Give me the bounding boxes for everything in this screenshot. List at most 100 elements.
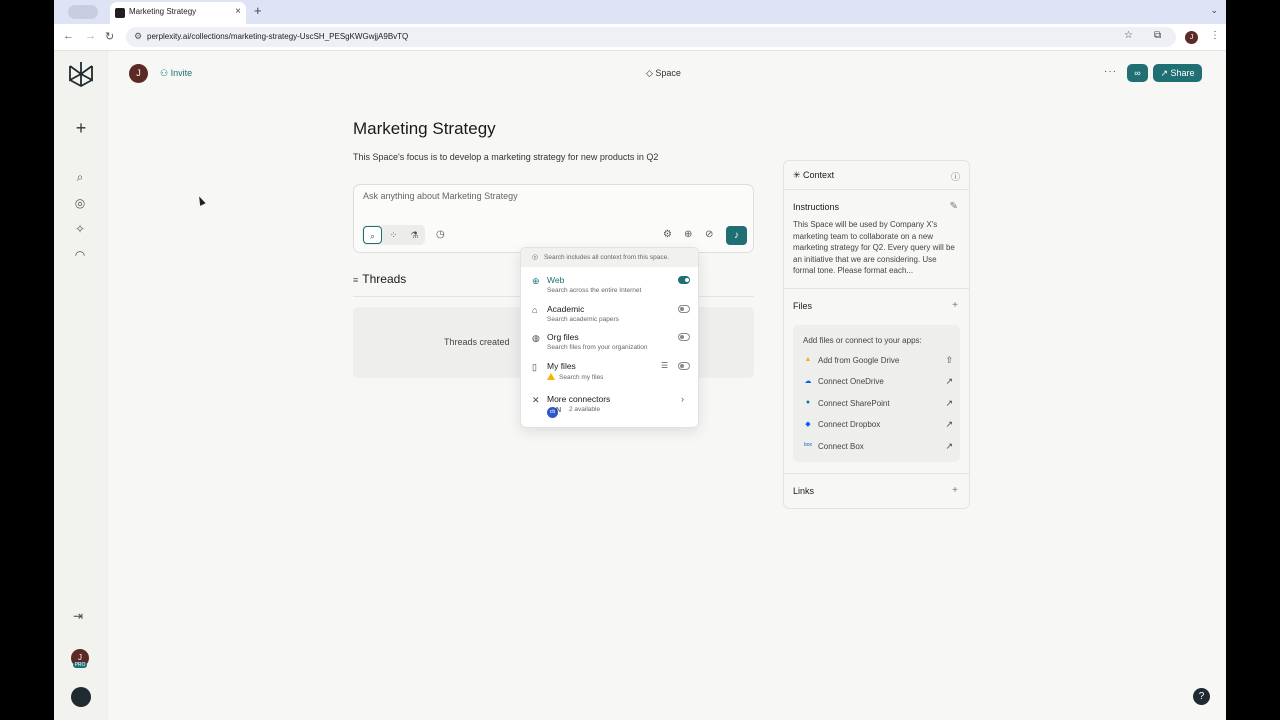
add-from-google-drive[interactable]: ▲ Add from Google Drive ⇧: [803, 355, 953, 369]
web-toggle[interactable]: [678, 276, 690, 284]
threads-icon: ≡: [353, 275, 359, 285]
external-arrow-icon: ↗: [945, 398, 953, 408]
history-icon[interactable]: ◷: [436, 229, 445, 240]
google-drive-icon: [547, 373, 555, 380]
voice-mode-button[interactable]: ♪: [726, 226, 747, 245]
notion-icon: N: [556, 407, 562, 414]
site-settings-icon[interactable]: ⚙: [134, 31, 142, 42]
source-item-web[interactable]: ⊕ Web Search across the entire Internet: [521, 275, 698, 303]
onedrive-cloud-icon: ☁: [804, 378, 812, 385]
research-mode-icon[interactable]: ⁘: [384, 226, 403, 244]
context-title: ✳ Context: [793, 170, 835, 180]
globe-icon: ⊕: [532, 276, 540, 286]
tab-search-control[interactable]: [68, 5, 98, 19]
filter-icon[interactable]: ☰: [661, 361, 668, 370]
labs-mode-icon[interactable]: ⚗: [405, 226, 424, 244]
attach-paperclip-icon[interactable]: ⊘: [705, 229, 713, 240]
connect-dropbox[interactable]: ◆ Connect Dropbox ↗: [803, 419, 953, 433]
help-button[interactable]: ?: [1193, 688, 1210, 705]
connect-sharepoint[interactable]: ● Connect SharePoint ↗: [803, 398, 953, 412]
instructions-text: This Space will be used by Company X's m…: [793, 220, 955, 275]
tab-title: Marketing Strategy: [129, 7, 197, 16]
logo-icon[interactable]: [68, 60, 94, 88]
bookmark-star-icon[interactable]: ☆: [1124, 30, 1133, 41]
connect-onedrive[interactable]: ☁ Connect OneDrive ↗: [803, 376, 954, 390]
graduation-cap-icon: ⌂: [532, 305, 538, 315]
threads-empty-text: Threads created: [444, 337, 510, 347]
sources-dropdown: ◎ Search includes all context from this …: [520, 247, 699, 428]
tab-strip: Marketing Strategy × + ⌄: [54, 0, 1226, 24]
info-icon: ◎: [532, 254, 539, 261]
files-connect-box: Add files or connect to your apps: ▲ Add…: [793, 325, 960, 462]
context-icon: ✳: [793, 170, 804, 180]
app-download-icon[interactable]: [71, 687, 91, 707]
add-file-plus-icon[interactable]: +: [952, 300, 958, 311]
dropdown-header: ◎ Search includes all context from this …: [521, 248, 698, 267]
spaces-icon[interactable]: ✧: [73, 222, 87, 236]
space-icon: ◇: [646, 68, 656, 78]
url-field[interactable]: ⚙ perplexity.ai/collections/marketing-st…: [126, 27, 1176, 47]
space-description: This Space's focus is to develop a marke…: [353, 152, 659, 162]
expand-sidebar-icon[interactable]: ⇥: [73, 609, 83, 623]
browser-menu-icon[interactable]: ⋮: [1210, 30, 1220, 41]
copy-link-button[interactable]: ∞: [1127, 64, 1148, 82]
source-item-my-files[interactable]: ▯ My files Search my files ☰: [521, 361, 698, 389]
forward-icon[interactable]: →: [85, 30, 96, 42]
mouse-cursor-icon: [196, 195, 206, 206]
new-thread-plus-icon[interactable]: +: [67, 117, 95, 141]
google-drive-icon: ▲: [804, 356, 812, 363]
sidebar: + ⌕ ◎ ✧ ◠ ⇥ J PRO: [54, 51, 108, 720]
new-tab-icon[interactable]: +: [254, 4, 262, 18]
chevron-right-icon: ›: [681, 394, 684, 404]
reload-icon[interactable]: ↻: [105, 30, 114, 43]
globe-icon[interactable]: ◎: [73, 196, 87, 210]
instructions-title: Instructions: [793, 202, 840, 212]
context-info-icon[interactable]: ⓘ: [951, 170, 960, 183]
space-owner-avatar[interactable]: J: [129, 64, 148, 83]
search-mode-icon[interactable]: ⌕: [363, 226, 382, 244]
external-arrow-icon: ↗: [945, 376, 953, 386]
dropbox-icon: ◆: [805, 421, 811, 428]
extensions-icon[interactable]: ⧉: [1154, 30, 1161, 41]
search-mode-group: ⌕ ⁘ ⚗: [362, 225, 425, 245]
invite-button[interactable]: ⚇ Invite: [160, 68, 192, 79]
microphone-icon: ♪: [734, 230, 739, 241]
link-icon: ∞: [1134, 68, 1141, 78]
more-connectors-item[interactable]: ✕ More connectors cbN 2 available ›: [521, 394, 698, 422]
source-item-academic[interactable]: ⌂ Academic Search academic papers: [521, 304, 698, 332]
external-arrow-icon: ↗: [945, 419, 953, 429]
close-tab-icon[interactable]: ×: [235, 6, 241, 17]
profile-avatar[interactable]: J: [1185, 31, 1198, 44]
share-icon: ↗: [1160, 68, 1171, 78]
tab-menu-chevron-icon[interactable]: ⌄: [1210, 5, 1218, 16]
org-files-toggle[interactable]: [678, 333, 690, 341]
instructions-divider: [784, 288, 969, 289]
back-icon[interactable]: ←: [63, 30, 74, 42]
source-item-org-files[interactable]: ◍ Org files Search files from your organ…: [521, 332, 698, 360]
pro-badge: PRO: [73, 662, 87, 668]
question-icon: ?: [1198, 691, 1205, 702]
signal-icon[interactable]: ◠: [73, 248, 87, 262]
upload-icon: ⇧: [945, 355, 953, 365]
threads-heading: ≡ Threads: [353, 272, 407, 286]
connect-box[interactable]: box Connect Box ↗: [803, 441, 953, 455]
browser-window: Marketing Strategy × + ⌄ ← → ↻ ⚙ perplex…: [54, 0, 1226, 720]
more-options-icon[interactable]: ···: [1104, 66, 1117, 77]
discover-search-icon[interactable]: ⌕: [73, 170, 87, 184]
sharepoint-icon: ●: [805, 399, 811, 406]
ask-input[interactable]: [363, 191, 723, 201]
add-link-plus-icon[interactable]: +: [952, 485, 958, 496]
favicon-icon: [115, 8, 125, 18]
share-button[interactable]: ↗ Share: [1153, 64, 1202, 82]
academic-toggle[interactable]: [678, 305, 690, 313]
connectors-x-icon: ✕: [532, 395, 540, 405]
model-chip-icon[interactable]: ⚙: [663, 229, 672, 240]
browser-tab[interactable]: Marketing Strategy ×: [110, 2, 246, 24]
sources-globe-icon[interactable]: ⊕: [684, 229, 692, 240]
files-title: Files: [793, 301, 813, 311]
address-bar: ← → ↻ ⚙ perplexity.ai/collections/market…: [54, 24, 1226, 51]
page-title: Marketing Strategy: [353, 119, 496, 138]
edit-instructions-icon[interactable]: ✎: [950, 201, 958, 212]
url-text: perplexity.ai/collections/marketing-stra…: [147, 32, 409, 41]
my-files-toggle[interactable]: [678, 362, 690, 370]
